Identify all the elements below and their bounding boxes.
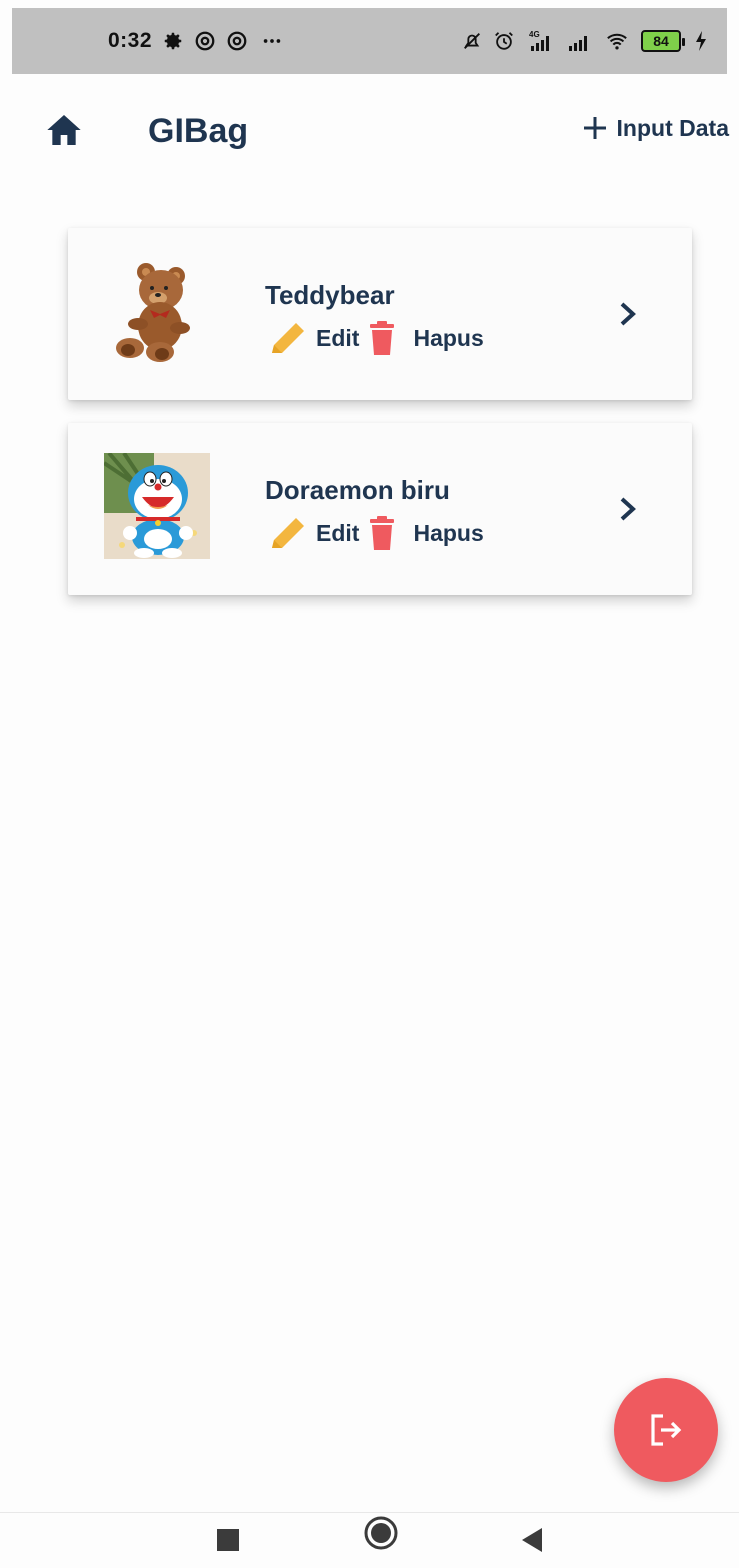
input-data-button[interactable]: Input Data	[581, 114, 729, 142]
battery-indicator: 84	[641, 30, 685, 52]
network-type-label: 4G	[529, 30, 540, 39]
more-icon	[263, 39, 281, 43]
charging-icon	[696, 31, 706, 51]
delete-button[interactable]: Hapus	[367, 320, 484, 356]
item-name: Doraemon biru	[265, 475, 450, 505]
pencil-icon	[272, 323, 304, 353]
input-data-label: Input Data	[616, 114, 729, 141]
at-icon	[227, 31, 247, 51]
status-bar: 0:32 4G 84	[12, 8, 727, 74]
logout-fab[interactable]	[614, 1378, 718, 1482]
item-actions: Edit Hapus	[268, 515, 484, 551]
edit-label: Edit	[316, 519, 360, 546]
chevron-right-icon[interactable]	[616, 493, 640, 525]
status-left: 0:32	[108, 8, 286, 74]
logout-icon	[651, 1414, 682, 1446]
system-nav-bar	[0, 1512, 739, 1568]
signal-icon	[569, 36, 587, 51]
pencil-icon	[272, 518, 304, 548]
trash-icon	[370, 321, 395, 355]
app-screen: 0:32 4G 84 GIBag Input Data Teddybear Ed…	[0, 0, 739, 1568]
back-triangle-icon[interactable]	[518, 1525, 546, 1555]
item-thumbnail-doraemon	[104, 453, 210, 559]
status-time: 0:32	[108, 29, 153, 52]
alarm-icon	[495, 32, 513, 50]
item-actions: Edit Hapus	[268, 320, 484, 356]
battery-level: 84	[653, 33, 669, 49]
wifi-icon	[607, 33, 627, 50]
edit-label: Edit	[316, 324, 360, 351]
delete-label: Hapus	[413, 324, 484, 351]
chevron-right-icon[interactable]	[616, 298, 640, 330]
doraemon-plush-photo	[104, 453, 210, 559]
delete-label: Hapus	[413, 519, 484, 546]
trash-icon	[370, 516, 395, 550]
item-card-teddybear[interactable]: Teddybear Edit Hapus	[68, 228, 692, 400]
delete-button[interactable]: Hapus	[367, 515, 484, 551]
plus-icon	[583, 117, 606, 139]
home-icon[interactable]	[44, 110, 84, 150]
at-icon	[195, 31, 215, 51]
item-name: Teddybear	[265, 280, 395, 310]
recents-square-icon[interactable]	[216, 1525, 240, 1553]
signal-4g-icon: 4G	[529, 30, 549, 51]
teddy-bear-photo	[116, 263, 190, 362]
edit-button[interactable]: Edit	[268, 516, 359, 550]
app-title: GIBag	[148, 112, 249, 150]
app-bar: GIBag Input Data	[0, 74, 739, 184]
status-right: 4G 84	[461, 8, 707, 74]
edit-button[interactable]: Edit	[268, 321, 359, 355]
gear-icon	[164, 32, 182, 50]
item-card-doraemon[interactable]: Doraemon biru Edit Hapus	[68, 423, 692, 595]
item-thumbnail-teddybear	[104, 258, 210, 364]
home-circle-icon[interactable]	[362, 1513, 400, 1553]
bell-off-icon	[464, 33, 480, 49]
